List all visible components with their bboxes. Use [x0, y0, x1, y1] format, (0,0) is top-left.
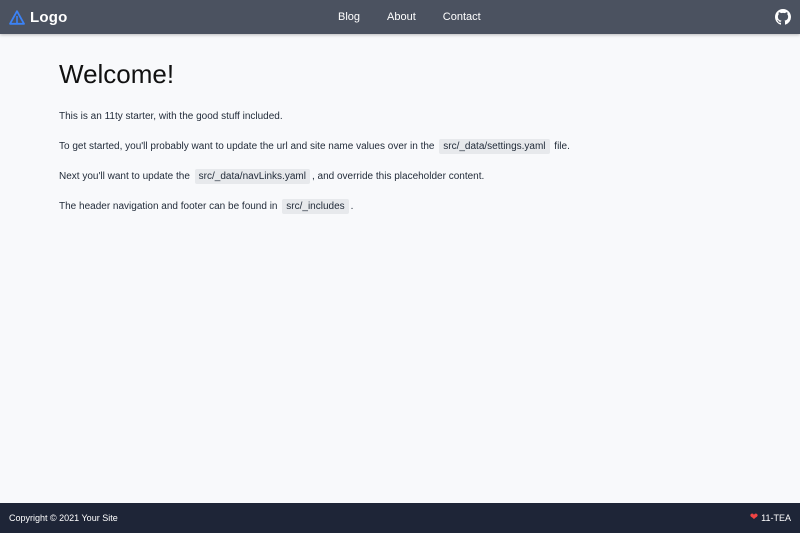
nav-link-blog[interactable]: Blog: [338, 11, 360, 23]
main-content: Welcome! This is an 11ty starter, with t…: [0, 34, 800, 503]
navlinks-text-before: Next you'll want to update the: [59, 170, 190, 182]
intro-paragraph: This is an 11ty starter, with the good s…: [59, 109, 759, 125]
logo-text: Logo: [30, 8, 68, 26]
navlinks-file-code: src/_data/navLinks.yaml: [194, 168, 310, 184]
site-footer: Copyright © 2021 Your Site ❤ 11-TEA: [0, 503, 800, 533]
includes-paragraph: The header navigation and footer can be …: [59, 198, 759, 215]
settings-paragraph: To get started, you'll probably want to …: [59, 138, 759, 155]
brand-logo-link[interactable]: Logo: [9, 0, 67, 34]
github-icon[interactable]: [775, 9, 791, 25]
page-title: Welcome!: [59, 59, 175, 89]
includes-text-before: The header navigation and footer can be …: [59, 200, 278, 212]
navlinks-paragraph: Next you'll want to update the src/_data…: [59, 168, 759, 185]
settings-text-after: file.: [554, 140, 570, 152]
nav-link-contact[interactable]: Contact: [443, 11, 481, 23]
credit[interactable]: ❤ 11-TEA: [750, 503, 791, 533]
settings-file-code: src/_data/settings.yaml: [439, 138, 550, 154]
copyright-text: Copyright © 2021 Your Site: [9, 513, 118, 523]
intro-text: This is an 11ty starter, with the good s…: [59, 110, 283, 122]
includes-text-after: .: [350, 200, 354, 212]
main-nav: Blog About Contact: [338, 0, 481, 34]
site-header: Logo Blog About Contact: [0, 0, 800, 34]
credit-text: 11-TEA: [761, 513, 791, 523]
navlinks-text-after: , and override this placeholder content.: [311, 170, 485, 182]
includes-folder-code: src/_includes: [282, 198, 349, 214]
settings-text-before: To get started, you'll probably want to …: [59, 140, 435, 152]
heart-icon: ❤: [749, 512, 759, 523]
triangle-logo-icon: [9, 9, 25, 25]
nav-link-about[interactable]: About: [387, 11, 416, 23]
content-area: Welcome! This is an 11ty starter, with t…: [59, 60, 759, 229]
